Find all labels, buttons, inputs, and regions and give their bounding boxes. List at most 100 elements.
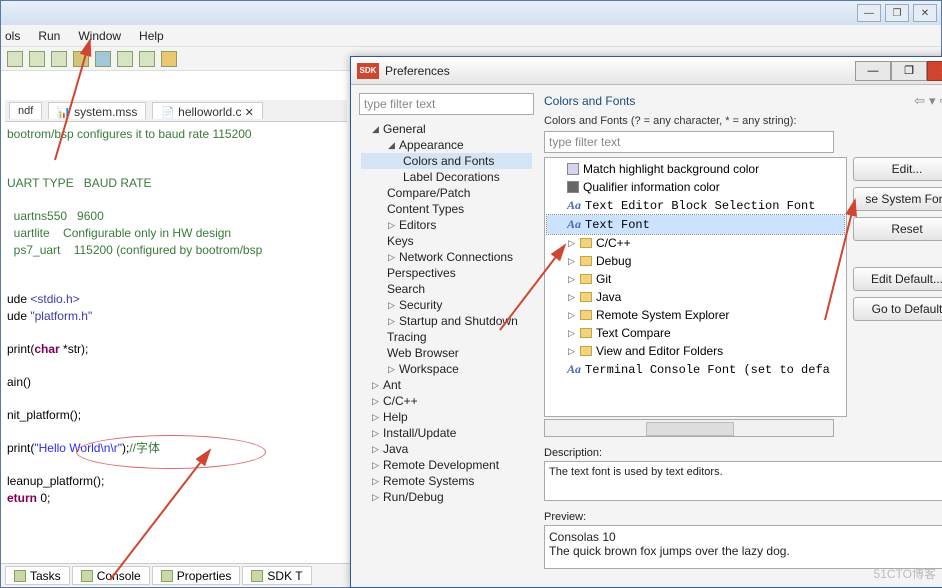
tree-colors-fonts[interactable]: Colors and Fonts [361, 153, 532, 169]
toolbar-icon[interactable] [95, 51, 111, 67]
chevron-right-icon: ▷ [371, 397, 380, 406]
tree-keys[interactable]: Keys [361, 233, 532, 249]
tree-run-debug[interactable]: ▷Run/Debug [361, 489, 532, 505]
pref-minimize-button[interactable]: — [855, 61, 891, 81]
editor-area: ndf 📊 system.mss 📄 helloworld.c ✕ bootro… [1, 96, 351, 566]
tab-helloworld[interactable]: 📄 helloworld.c ✕ [152, 102, 262, 119]
expand-icon: ◢ [371, 125, 380, 134]
font-icon: Aa [567, 217, 581, 232]
tree-ant[interactable]: ▷Ant [361, 377, 532, 393]
list-item[interactable]: Match highlight background color [547, 160, 844, 178]
tree-label-decorations[interactable]: Label Decorations [361, 169, 532, 185]
toolbar-icon[interactable] [117, 51, 133, 67]
tree-appearance[interactable]: ◢Appearance [361, 137, 532, 153]
use-system-font-button[interactable]: se System Font [853, 187, 942, 211]
colors-fonts-list[interactable]: Match highlight background color Qualifi… [544, 157, 847, 417]
tab-properties[interactable]: Properties [152, 566, 241, 585]
tree-tracing[interactable]: Tracing [361, 329, 532, 345]
list-item[interactable]: Qualifier information color [547, 178, 844, 196]
tree-perspectives[interactable]: Perspectives [361, 265, 532, 281]
back-icon[interactable]: ⇦ [914, 93, 925, 109]
tree-remote-dev[interactable]: ▷Remote Development [361, 457, 532, 473]
preview-box: Consolas 10The quick brown fox jumps ove… [544, 525, 942, 569]
font-icon: Aa [567, 362, 581, 377]
tree-security[interactable]: ▷Security [361, 297, 532, 313]
tree-network[interactable]: ▷Network Connections [361, 249, 532, 265]
tasks-icon [14, 570, 26, 582]
tree-filter-input[interactable]: type filter text [359, 93, 534, 115]
tree-help[interactable]: ▷Help [361, 409, 532, 425]
menu-tools[interactable]: ols [5, 29, 20, 43]
tree-workspace[interactable]: ▷Workspace [361, 361, 532, 377]
toolbar-icon[interactable] [29, 51, 45, 67]
preferences-window: SDK Preferences — ❐ ✕ type filter text ◢… [350, 56, 942, 588]
edit-button[interactable]: Edit... [853, 157, 942, 181]
folder-icon [580, 292, 592, 302]
chevron-right-icon: ▷ [371, 493, 380, 502]
font-filter-input[interactable]: type filter text [544, 131, 834, 153]
color-swatch-icon [567, 163, 579, 175]
preferences-tree-panel: type filter text ◢General ◢Appearance Co… [359, 93, 534, 579]
tab-tasks[interactable]: Tasks [5, 566, 70, 585]
menu-run[interactable]: Run [38, 29, 60, 43]
list-item-text-font[interactable]: AaText Font [547, 215, 844, 234]
chevron-right-icon: ▷ [387, 253, 396, 262]
list-item[interactable]: ▷View and Editor Folders [547, 342, 844, 360]
color-swatch-icon [567, 181, 579, 193]
tab-mdf[interactable]: ndf [9, 102, 42, 119]
tree-content-types[interactable]: Content Types [361, 201, 532, 217]
chevron-right-icon: ▷ [371, 445, 380, 454]
maximize-button[interactable]: ❐ [885, 4, 909, 22]
tab-mss[interactable]: 📊 system.mss [48, 102, 146, 119]
edit-default-button[interactable]: Edit Default... [853, 267, 942, 291]
list-item[interactable]: ▷C/C++ [547, 234, 844, 252]
toolbar-icon[interactable] [51, 51, 67, 67]
close-button[interactable]: ✕ [913, 4, 937, 22]
description-box: The text font is used by text editors. [544, 461, 942, 501]
code-editor[interactable]: bootrom/bsp configures it to baud rate 1… [5, 122, 347, 511]
pref-close-button[interactable]: ✕ [927, 61, 942, 81]
tab-sdk[interactable]: SDK T [242, 566, 311, 585]
pref-maximize-button[interactable]: ❐ [891, 61, 927, 81]
list-item[interactable]: ▷Git [547, 270, 844, 288]
chevron-right-icon: ▷ [567, 347, 576, 356]
main-title-bar: — ❐ ✕ [1, 1, 941, 25]
toolbar-icon[interactable] [7, 51, 23, 67]
tree-install[interactable]: ▷Install/Update [361, 425, 532, 441]
list-item[interactable]: AaText Editor Block Selection Font [547, 196, 844, 215]
toolbar-icon[interactable] [73, 51, 89, 67]
chevron-right-icon: ▷ [567, 275, 576, 284]
menu-help[interactable]: Help [139, 29, 164, 43]
horizontal-scrollbar[interactable] [544, 419, 834, 437]
font-buttons: Edit... se System Font Reset Edit Defaul… [853, 157, 942, 417]
chevron-right-icon: ▷ [371, 461, 380, 470]
bottom-tabs: Tasks Console Properties SDK T [1, 563, 351, 587]
reset-button[interactable]: Reset [853, 217, 942, 241]
page-description: Colors and Fonts (? = any character, * =… [544, 115, 942, 127]
preferences-tree[interactable]: ◢General ◢Appearance Colors and Fonts La… [359, 119, 534, 579]
preferences-content-panel: Colors and Fonts ⇦▾⇨▾ Colors and Fonts (… [544, 93, 942, 579]
list-item[interactable]: ▷Debug [547, 252, 844, 270]
toolbar-icon[interactable] [161, 51, 177, 67]
tree-search[interactable]: Search [361, 281, 532, 297]
chevron-right-icon: ▷ [567, 239, 576, 248]
go-to-default-button[interactable]: Go to Default [853, 297, 942, 321]
menu-bar: ols Run Window Help [1, 25, 941, 47]
tree-editors[interactable]: ▷Editors [361, 217, 532, 233]
list-item[interactable]: ▷Java [547, 288, 844, 306]
tree-compare[interactable]: Compare/Patch [361, 185, 532, 201]
tree-startup[interactable]: ▷Startup and Shutdown [361, 313, 532, 329]
list-item[interactable]: ▷Text Compare [547, 324, 844, 342]
minimize-button[interactable]: — [857, 4, 881, 22]
tree-java[interactable]: ▷Java [361, 441, 532, 457]
chevron-right-icon: ▷ [387, 317, 396, 326]
list-item[interactable]: AaTerminal Console Font (set to defa [547, 360, 844, 379]
menu-window[interactable]: Window [78, 29, 121, 43]
tree-cpp[interactable]: ▷C/C++ [361, 393, 532, 409]
tab-console[interactable]: Console [72, 566, 150, 585]
list-item[interactable]: ▷Remote System Explorer [547, 306, 844, 324]
toolbar-icon[interactable] [139, 51, 155, 67]
tree-web-browser[interactable]: Web Browser [361, 345, 532, 361]
tree-general[interactable]: ◢General [361, 121, 532, 137]
tree-remote-systems[interactable]: ▷Remote Systems [361, 473, 532, 489]
